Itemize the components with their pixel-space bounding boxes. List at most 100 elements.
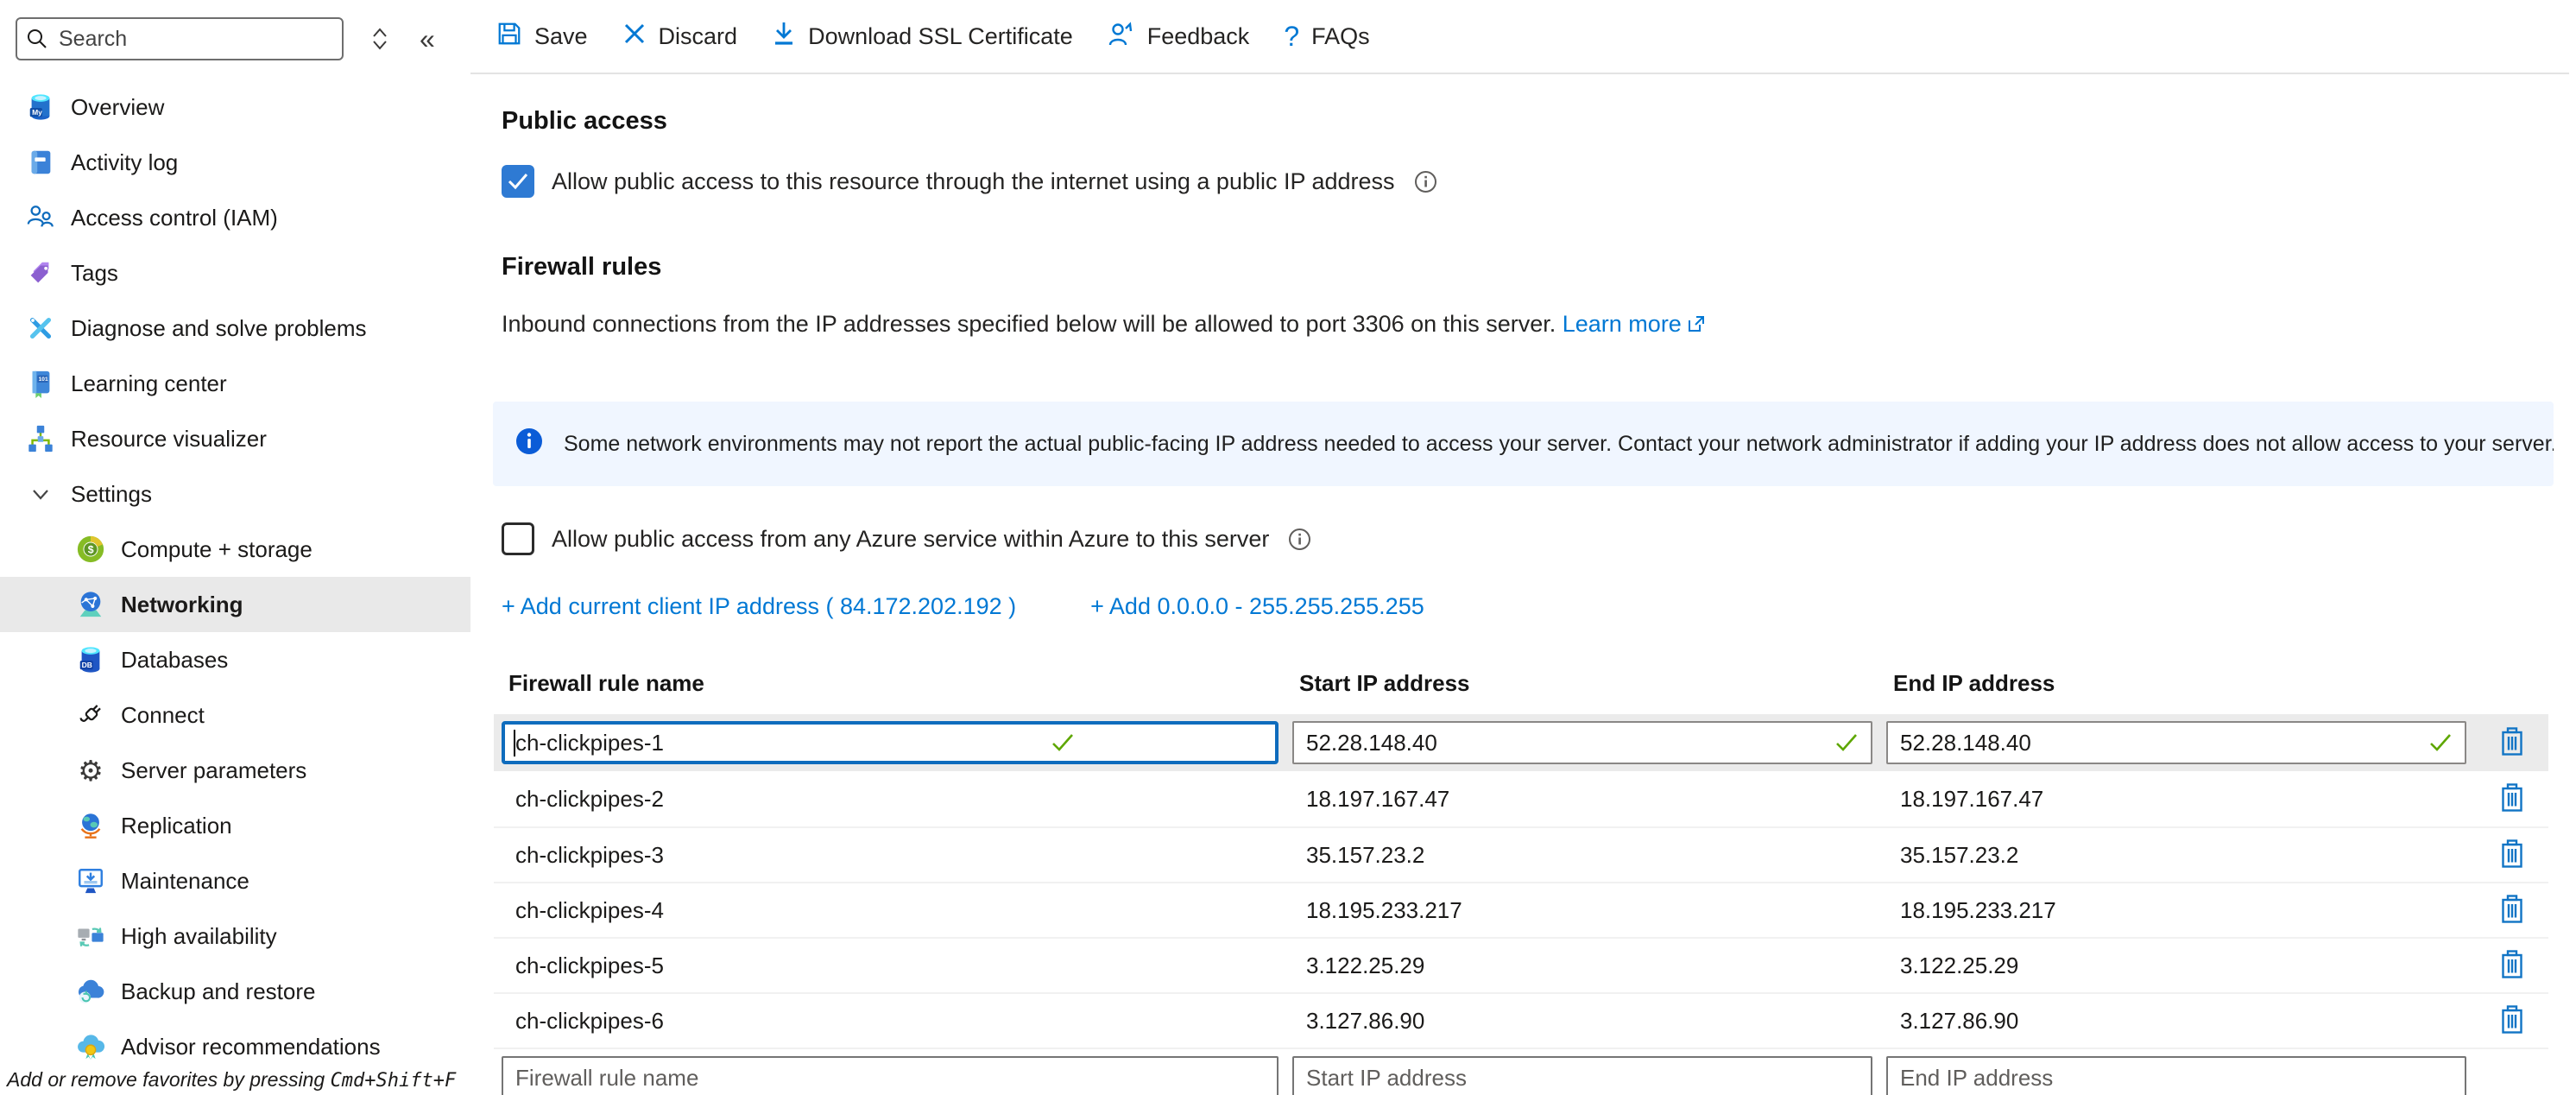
new-rule-name-input[interactable] xyxy=(502,1056,1279,1095)
sidebar-item-networking[interactable]: Networking xyxy=(0,577,470,632)
sidebar-item-learning-center[interactable]: 101 Learning center xyxy=(0,356,470,411)
new-end-ip-input[interactable] xyxy=(1886,1056,2466,1095)
feedback-button[interactable]: Feedback xyxy=(1108,21,1250,53)
end-ip-input[interactable] xyxy=(1886,721,2466,764)
search-input[interactable] xyxy=(16,17,344,60)
rule-name: ch-clickpipes-4 xyxy=(502,897,1292,924)
download-ssl-button[interactable]: Download SSL Certificate xyxy=(772,21,1073,53)
sidebar-item-label: High availability xyxy=(121,923,277,950)
column-header-start-ip: Start IP address xyxy=(1285,670,1878,697)
firewall-description: Inbound connections from the IP addresse… xyxy=(502,311,2576,339)
sidebar-item-connect[interactable]: Connect xyxy=(0,687,470,743)
rule-end-ip: 3.127.86.90 xyxy=(1886,1008,2485,1035)
start-ip-cell xyxy=(1292,721,1886,764)
new-start-ip-cell xyxy=(1292,1056,1886,1095)
rule-name: ch-clickpipes-3 xyxy=(502,842,1292,869)
collapse-menu-icon[interactable]: « xyxy=(420,23,435,55)
discard-label: Discard xyxy=(659,23,738,50)
info-icon[interactable] xyxy=(1414,170,1437,193)
firewall-rule-row: ch-clickpipes-2 18.197.167.47 18.197.167… xyxy=(494,771,2548,826)
chevron-down-icon xyxy=(24,478,57,510)
add-current-client-ip-link[interactable]: + Add current client IP address ( 84.172… xyxy=(502,593,1016,620)
end-ip-cell xyxy=(1886,721,2485,764)
sidebar-item-backup-restore[interactable]: Backup and restore xyxy=(0,964,470,1019)
sidebar-item-server-parameters[interactable]: ⚙ Server parameters xyxy=(0,743,470,798)
column-header-firewall-rule-name: Firewall rule name xyxy=(494,670,1285,697)
trash-icon xyxy=(2499,1005,2525,1037)
replication-globe-icon xyxy=(74,809,107,842)
sidebar-item-high-availability[interactable]: High availability xyxy=(0,908,470,964)
tags-icon xyxy=(24,256,57,289)
sidebar-item-advisor-recommendations[interactable]: Advisor recommendations xyxy=(0,1019,470,1074)
allow-public-access-label: Allow public access to this resource thr… xyxy=(552,168,1395,195)
start-ip-input[interactable] xyxy=(1292,721,1872,764)
sidebar-nav: My Overview Activity log Access control … xyxy=(0,79,470,1074)
delete-rule-button[interactable] xyxy=(2499,839,2525,871)
add-rule-links: + Add current client IP address ( 84.172… xyxy=(502,593,2576,620)
add-all-ips-link[interactable]: + Add 0.0.0.0 - 255.255.255.255 xyxy=(1090,593,1424,620)
activity-log-icon xyxy=(24,146,57,179)
allow-public-access-checkbox[interactable] xyxy=(502,165,534,198)
databases-icon: DB xyxy=(74,643,107,676)
download-ssl-label: Download SSL Certificate xyxy=(808,23,1073,50)
trash-icon xyxy=(2499,727,2525,759)
allow-azure-services-checkbox[interactable] xyxy=(502,522,534,555)
sidebar-item-label: Advisor recommendations xyxy=(121,1034,381,1060)
sidebar-item-tags[interactable]: Tags xyxy=(0,245,470,301)
maintenance-icon xyxy=(74,864,107,897)
sidebar-item-access-control[interactable]: Access control (IAM) xyxy=(0,190,470,245)
rule-name: ch-clickpipes-2 xyxy=(502,786,1292,813)
trash-icon xyxy=(2499,839,2525,871)
high-availability-icon xyxy=(74,920,107,953)
sidebar-search-row: « xyxy=(16,17,470,60)
sidebar-item-diagnose[interactable]: Diagnose and solve problems xyxy=(0,301,470,356)
sidebar-item-label: Settings xyxy=(71,481,152,508)
rule-end-ip: 35.157.23.2 xyxy=(1886,842,2485,869)
sidebar-item-replication[interactable]: Replication xyxy=(0,798,470,853)
delete-rule-button[interactable] xyxy=(2499,895,2525,927)
svg-text:My: My xyxy=(32,108,42,117)
rule-name-input[interactable] xyxy=(502,721,1279,764)
sidebar-item-label: Activity log xyxy=(71,149,178,176)
sidebar-item-databases[interactable]: DB Databases xyxy=(0,632,470,687)
sidebar-item-resource-visualizer[interactable]: Resource visualizer xyxy=(0,411,470,466)
info-banner-text: Some network environments may not report… xyxy=(564,432,2554,457)
delete-rule-button[interactable] xyxy=(2499,1005,2525,1037)
access-control-icon xyxy=(24,201,57,234)
trash-icon xyxy=(2499,950,2525,982)
sidebar-item-compute-storage[interactable]: $ Compute + storage xyxy=(0,522,470,577)
rule-start-ip: 18.197.167.47 xyxy=(1292,786,1886,813)
firewall-rule-edit-row xyxy=(494,714,2548,771)
firewall-rule-row: ch-clickpipes-4 18.195.233.217 18.195.23… xyxy=(494,882,2548,937)
favorites-shortcut: Cmd+Shift+F xyxy=(331,1070,457,1092)
firewall-rule-row: ch-clickpipes-5 3.122.25.29 3.122.25.29 xyxy=(494,937,2548,992)
sidebar-item-activity-log[interactable]: Activity log xyxy=(0,135,470,190)
sidebar-item-settings[interactable]: Settings xyxy=(0,466,470,522)
new-end-ip-cell xyxy=(1886,1056,2485,1095)
faqs-button[interactable]: ? FAQs xyxy=(1284,21,1369,53)
faqs-label: FAQs xyxy=(1311,23,1370,50)
sidebar-item-label: Access control (IAM) xyxy=(71,205,278,231)
rule-end-ip: 18.197.167.47 xyxy=(1886,786,2485,813)
valid-check-icon xyxy=(2428,732,2453,757)
svg-text:101: 101 xyxy=(39,377,48,383)
delete-rule-button[interactable] xyxy=(2499,783,2525,815)
save-button[interactable]: Save xyxy=(496,21,588,53)
expand-collapse-all-icon[interactable] xyxy=(369,26,390,52)
save-icon xyxy=(496,21,522,53)
sidebar-item-overview[interactable]: My Overview xyxy=(0,79,470,135)
svg-text:$: $ xyxy=(88,544,94,556)
delete-rule-button[interactable] xyxy=(2499,950,2525,982)
sidebar-item-label: Resource visualizer xyxy=(71,426,267,453)
info-icon[interactable] xyxy=(1288,528,1311,551)
info-banner: Some network environments may not report… xyxy=(493,402,2554,486)
rule-name: ch-clickpipes-5 xyxy=(502,953,1292,979)
discard-button[interactable]: Discard xyxy=(622,22,738,52)
networking-globe-icon xyxy=(74,588,107,621)
firewall-rule-row: ch-clickpipes-6 3.127.86.90 3.127.86.90 xyxy=(494,992,2548,1048)
learn-more-link[interactable]: Learn more xyxy=(1563,311,1682,337)
rule-start-ip: 3.122.25.29 xyxy=(1292,953,1886,979)
delete-rule-button[interactable] xyxy=(2499,727,2525,759)
sidebar-item-maintenance[interactable]: Maintenance xyxy=(0,853,470,908)
new-start-ip-input[interactable] xyxy=(1292,1056,1872,1095)
